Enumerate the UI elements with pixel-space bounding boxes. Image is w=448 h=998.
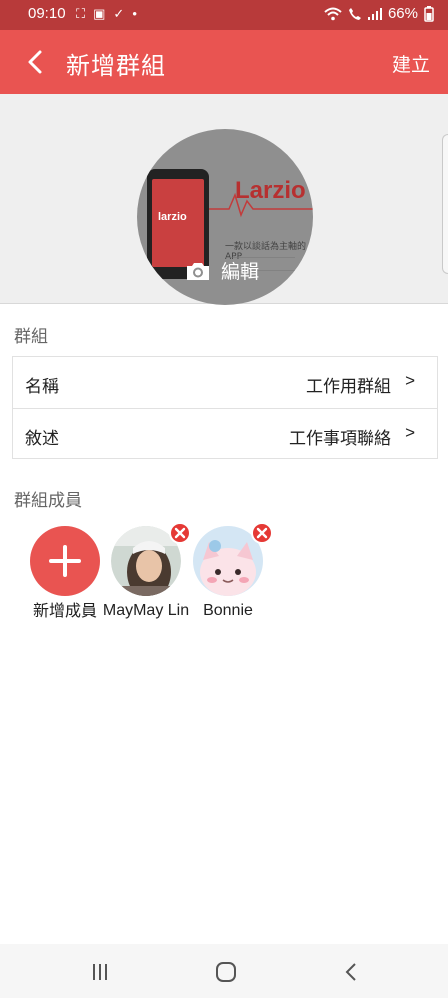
avatar: [193, 522, 273, 596]
row-label: 敘述: [25, 429, 59, 449]
page-title: 新增群組: [66, 52, 166, 80]
members-section-title: 群組成員: [14, 491, 82, 511]
create-button[interactable]: 建立: [392, 50, 430, 77]
back-icon[interactable]: [340, 960, 364, 984]
plus-icon: [49, 545, 81, 577]
battery-icon: [424, 5, 434, 22]
home-icon[interactable]: [214, 960, 238, 984]
system-nav-bar: [0, 944, 448, 998]
checkmark-icon: ✓: [113, 6, 125, 21]
status-time: 09:10: [28, 5, 66, 22]
screenshot-icon: ⛶: [76, 6, 86, 21]
status-bar: 09:10 ⛶ ▣ ✓ • 66%: [0, 0, 448, 30]
member-name: Bonnie: [203, 602, 253, 619]
group-section-title: 群組: [14, 327, 48, 347]
close-icon: [256, 527, 268, 539]
photo-screen-logo: larzio: [158, 211, 187, 223]
recent-apps-icon[interactable]: [88, 960, 112, 984]
chevron-right-icon: >: [405, 423, 415, 442]
dot-icon: •: [132, 6, 137, 21]
call-icon: [348, 7, 361, 20]
scroll-handle[interactable]: [442, 134, 448, 274]
signal-icon: [367, 7, 382, 20]
group-info-card: 名稱 工作用群組 > 敘述 工作事項聯絡 >: [12, 356, 438, 459]
heartbeat-line: [209, 192, 313, 218]
chevron-right-icon: >: [405, 371, 415, 390]
add-member-button[interactable]: [30, 526, 100, 596]
camera-icon: [187, 262, 209, 280]
row-label: 名稱: [25, 377, 59, 397]
group-description-row[interactable]: 敘述 工作事項聯絡 >: [13, 408, 437, 459]
app-bar: 新增群組 建立: [0, 30, 448, 94]
row-value: 工作事項聯絡: [289, 429, 391, 449]
app-notification-icon: ▣: [93, 6, 106, 21]
remove-member-button[interactable]: [251, 522, 273, 544]
notification-icons: ⛶ ▣ ✓ •: [76, 6, 137, 22]
group-photo[interactable]: larzio Larzio 一款以談話為主軸的APP 編輯: [137, 129, 313, 305]
member-item[interactable]: Bonnie: [176, 522, 280, 621]
battery-percent: 66%: [387, 5, 418, 22]
group-photo-section: larzio Larzio 一款以談話為主軸的APP 編輯: [0, 94, 448, 305]
edit-photo-button[interactable]: 編輯: [185, 257, 259, 284]
group-name-row[interactable]: 名稱 工作用群組 >: [13, 357, 437, 408]
system-icons: 66%: [324, 5, 434, 22]
back-arrow-icon[interactable]: [24, 48, 48, 76]
wifi-icon: [324, 7, 342, 20]
row-value: 工作用群組: [306, 377, 391, 397]
edit-label: 編輯: [221, 261, 260, 283]
avatar: [111, 522, 191, 596]
